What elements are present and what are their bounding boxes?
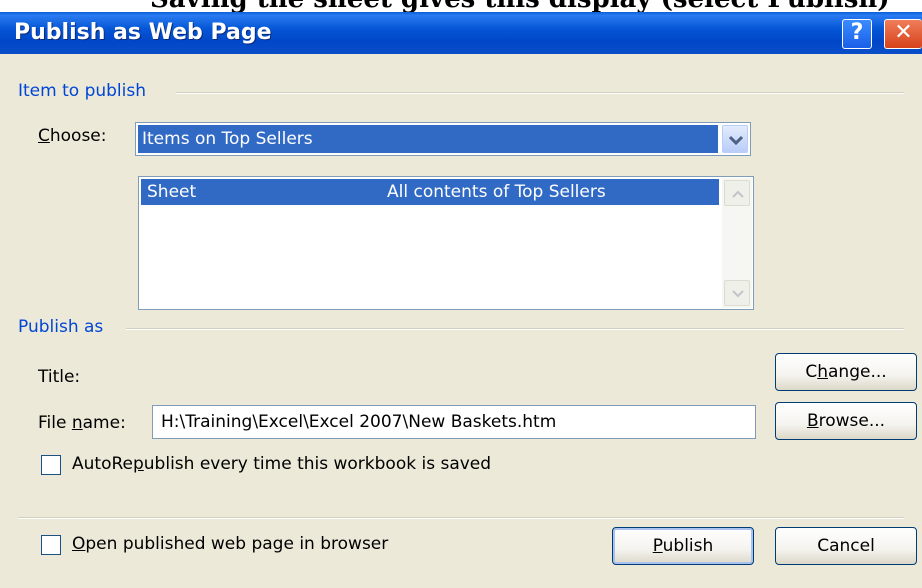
file-name-label: File name: [38,413,126,433]
chevron-down-icon [732,290,744,298]
list-item-description: All contents of Top Sellers [387,182,606,202]
publish-web-page-dialog: Publish as Web Page ? ✕ Item to publish … [0,12,922,588]
choose-label: Choose: [38,126,107,146]
help-icon: ? [850,20,864,45]
open-in-browser-label[interactable]: Open published web page in browser [72,534,388,554]
items-listbox[interactable]: Sheet All contents of Top Sellers [138,176,754,310]
choose-dropdown[interactable]: Items on Top Sellers [135,122,751,156]
change-title-button[interactable]: Change... [775,353,917,391]
chevron-down-icon [729,135,743,145]
item-to-publish-divider [176,92,904,94]
publish-as-divider [126,328,904,330]
title-bar[interactable]: Publish as Web Page ? ✕ [0,12,922,54]
background-heading: Saving the sheet gives this display (sel… [150,0,890,12]
close-icon: ✕ [894,20,913,45]
list-scrollbar[interactable] [722,178,752,308]
autorepublish-checkbox[interactable] [41,455,61,475]
browse-button[interactable]: Browse... [775,402,917,440]
scroll-down-button[interactable] [724,280,750,306]
title-label: Title: [38,367,81,387]
list-item-type: Sheet [147,182,197,202]
dialog-title: Publish as Web Page [14,20,272,45]
choose-dropdown-value: Items on Top Sellers [138,125,718,153]
open-in-browser-checkbox[interactable] [41,535,61,555]
list-item[interactable]: Sheet All contents of Top Sellers [141,179,719,205]
cancel-button[interactable]: Cancel [775,527,917,565]
publish-as-group-label: Publish as [18,317,104,337]
item-to-publish-group-label: Item to publish [18,81,147,101]
autorepublish-label[interactable]: AutoRepublish every time this workbook i… [72,454,491,474]
dropdown-arrow-button[interactable] [722,125,748,153]
chevron-up-icon [732,190,744,198]
footer-separator [18,517,904,519]
close-button[interactable]: ✕ [884,19,922,49]
help-button[interactable]: ? [842,19,872,49]
publish-button[interactable]: Publish [612,527,754,565]
scroll-up-button[interactable] [724,180,750,206]
background-document-text: Saving the sheet gives this display (sel… [0,0,922,12]
file-name-input[interactable]: H:\Training\Excel\Excel 2007\New Baskets… [152,405,756,439]
